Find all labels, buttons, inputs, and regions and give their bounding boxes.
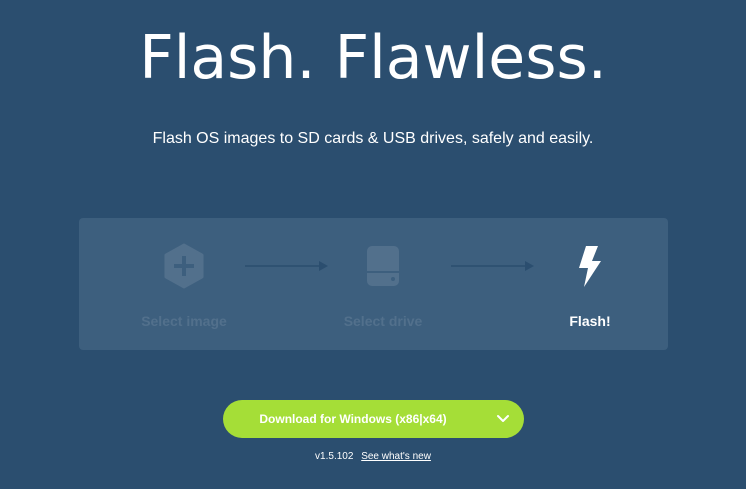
download-button[interactable]: Download for Windows (x86|x64) (223, 400, 524, 438)
page-title: Flash. Flawless. (139, 23, 607, 93)
download-button-label: Download for Windows (x86|x64) (259, 412, 447, 426)
step-label-select-image: Select image (141, 313, 227, 329)
plus-hexagon-icon (164, 243, 204, 289)
version-number: v1.5.102 (315, 451, 354, 462)
whats-new-link[interactable]: See what's new (361, 451, 431, 462)
steps-panel: Select image Select drive Flash! (79, 218, 668, 350)
step-select-drive[interactable]: Select drive (308, 242, 458, 330)
step-label-select-drive: Select drive (343, 313, 423, 329)
chevron-down-icon[interactable] (496, 413, 510, 425)
step-flash[interactable]: Flash! (515, 242, 665, 330)
drive-icon (367, 246, 399, 286)
step-label-flash: Flash! (569, 313, 611, 329)
version-info: v1.5.102 See what's new (0, 450, 746, 464)
step-select-image[interactable]: Select image (109, 242, 259, 330)
page-subtitle: Flash OS images to SD cards & USB drives… (152, 130, 594, 147)
lightning-icon (579, 246, 601, 287)
